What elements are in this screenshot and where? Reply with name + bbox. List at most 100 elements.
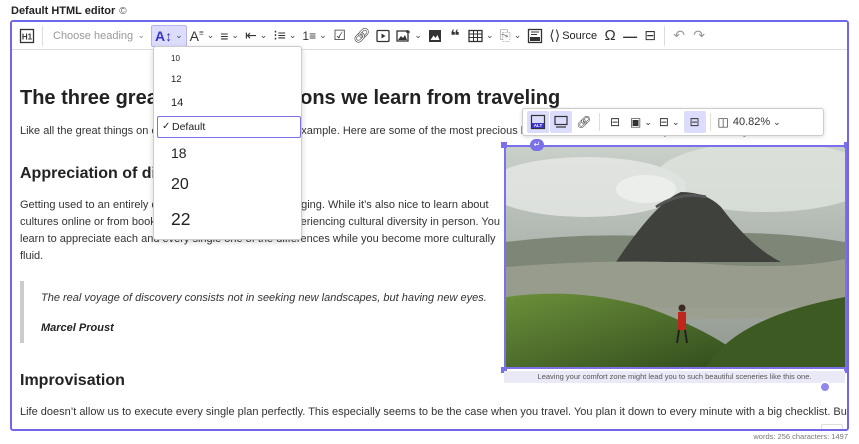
html-embed-icon xyxy=(528,28,543,43)
image-side-icon: ⊟ xyxy=(689,115,700,129)
media-icon xyxy=(376,29,391,42)
rich-text-editor: H1 Choose heading ⌄ A↕ ⌄ A≡ ⌄ ≡ ⌄ ⇤ ⌄ ⁝≡ ⌄ 1≡… xyxy=(10,20,849,431)
indent-button[interactable]: ⇤ ⌄ xyxy=(242,25,270,47)
image-link-button[interactable]: 🔗︎ xyxy=(573,111,595,133)
source-label: Source xyxy=(562,29,598,42)
toolbar-separator xyxy=(599,113,600,131)
alignment-button[interactable]: ≡ ⌄ xyxy=(217,25,242,47)
bulleted-list-icon: ⁝≡ xyxy=(273,27,286,43)
fullscreen-button[interactable]: ⛶ xyxy=(821,424,843,431)
font-size-option-default[interactable]: ✓ Default xyxy=(157,116,301,138)
html-embed-button[interactable] xyxy=(524,25,546,47)
image-inline-button[interactable]: ⊟ xyxy=(604,111,626,133)
chevron-down-icon: ⌄ xyxy=(644,116,652,127)
template-button[interactable]: ⎘ ⌄ xyxy=(497,25,525,47)
insert-table-button[interactable]: ⌄ xyxy=(465,25,497,47)
improvisation-paragraph: Life doesn’t allow us to execute every s… xyxy=(20,406,849,418)
toolbar-separator xyxy=(709,113,711,131)
link-button[interactable]: 🔗︎ xyxy=(350,25,374,47)
alt-text-icon: ALT xyxy=(530,114,546,130)
font-size-button[interactable]: A↕ ⌄ xyxy=(151,24,187,47)
insert-image-button[interactable]: ⌄ xyxy=(393,25,425,47)
chevron-down-icon: ⌄ xyxy=(259,30,268,40)
insert-paragraph-before-button[interactable]: ↵ xyxy=(530,139,544,151)
resize-handle[interactable] xyxy=(844,142,847,148)
editor-label: Default HTML editor © xyxy=(11,5,127,17)
copyright-icon: © xyxy=(119,5,127,17)
blockquote-icon: ❝ xyxy=(450,27,460,45)
special-characters-button[interactable]: Ω xyxy=(600,25,620,47)
image-wrap-button[interactable]: ▣ ⌄ xyxy=(627,111,655,133)
quote-text: The real voyage of discovery consists no… xyxy=(41,292,487,304)
resize-handle[interactable] xyxy=(501,142,507,148)
align-left-icon: ≡ xyxy=(220,27,229,44)
font-size-option-20[interactable]: 20 xyxy=(154,173,301,197)
paragraph-line: fluid. xyxy=(20,250,44,262)
font-size-option-14[interactable]: 14 xyxy=(154,95,301,111)
image-icon xyxy=(428,29,441,42)
blockquote: The real voyage of discovery consists no… xyxy=(20,281,500,343)
undo-icon: ↶ xyxy=(673,27,685,43)
image-side-button[interactable]: ⊟ xyxy=(683,111,706,133)
chevron-down-icon: ⌄ xyxy=(319,30,327,40)
svg-text:H1: H1 xyxy=(22,32,33,41)
blockquote-button[interactable]: ❝ xyxy=(445,25,465,47)
undo-button[interactable]: ↶ xyxy=(669,25,689,47)
page-break-icon: ⊟ xyxy=(644,27,656,43)
font-size-option-22[interactable]: 22 xyxy=(154,206,301,232)
heading-dropdown[interactable]: Choose heading ⌄ xyxy=(47,25,151,47)
chevron-down-icon: ⌄ xyxy=(671,116,680,127)
editor-toolbar: H1 Choose heading ⌄ A↕ ⌄ A≡ ⌄ ≡ ⌄ ⇤ ⌄ ⁝≡ ⌄ 1≡… xyxy=(12,22,847,50)
alt-text-button[interactable]: ALT xyxy=(527,111,549,133)
image-wrap-icon: ▣ xyxy=(630,115,642,129)
image-break-text-button[interactable]: ⊟ ⌄ xyxy=(656,111,683,133)
todo-list-icon: ☑ xyxy=(333,27,346,43)
toggle-caption-button[interactable] xyxy=(550,111,572,133)
horizontal-line-button[interactable]: — xyxy=(620,25,640,47)
image-caption[interactable]: Leaving your comfort zone might lead you… xyxy=(504,371,845,383)
svg-text:ALT: ALT xyxy=(534,123,543,128)
return-arrow-icon: ↵ xyxy=(533,140,541,149)
font-size-option-18[interactable]: 18 xyxy=(154,143,301,163)
image-resize-button[interactable]: ◫ 40.82% ⌄ xyxy=(715,111,784,133)
image-inline-icon: ⊟ xyxy=(609,115,621,129)
redo-button[interactable]: ↷ xyxy=(689,25,709,47)
selected-image[interactable] xyxy=(504,145,847,369)
toolbar-separator xyxy=(664,25,666,46)
font-size-option-10[interactable]: 10 xyxy=(154,53,301,65)
indent-icon: ⇤ xyxy=(244,27,257,43)
source-button[interactable]: ⟨⟩ Source xyxy=(546,25,600,47)
chevron-down-icon: ⌄ xyxy=(231,30,239,40)
horizontal-line-icon: — xyxy=(623,27,638,44)
chevron-down-icon: ⌄ xyxy=(206,30,215,40)
word-count: words: 256 characters: 1497 xyxy=(753,432,848,441)
chevron-down-icon: ⌄ xyxy=(137,30,145,40)
insert-image-icon xyxy=(396,29,411,42)
numbered-list-button[interactable]: 1≡ ⌄ xyxy=(299,25,329,47)
font-size-option-label: 14 xyxy=(171,97,184,109)
font-size-option-label: 20 xyxy=(171,176,189,193)
image-toolbar: ALT 🔗︎ ⊟ ▣ ⌄ ⊟ ⌄ ⊟ ◫ 40.82% ⌄ xyxy=(522,108,824,136)
bulleted-list-button[interactable]: ⁝≡ ⌄ xyxy=(270,25,299,47)
page-break-button[interactable]: ⊟ xyxy=(640,25,660,47)
redo-icon: ↷ xyxy=(693,27,705,43)
font-size-icon: A↕ xyxy=(155,27,173,44)
chevron-down-icon: ⌄ xyxy=(414,30,422,40)
todo-list-button[interactable]: ☑ xyxy=(330,25,350,47)
insert-paragraph-after-button[interactable] xyxy=(819,381,831,393)
text-style-button[interactable]: A≡ ⌄ xyxy=(187,25,218,47)
media-embed-button[interactable] xyxy=(373,25,393,47)
image-button[interactable] xyxy=(425,25,445,47)
chevron-down-icon: ⌄ xyxy=(773,116,781,127)
section-heading-improvisation: Improvisation xyxy=(20,372,125,389)
image-break-text-icon: ⊟ xyxy=(658,115,669,129)
show-blocks-button[interactable]: H1 xyxy=(16,25,38,47)
font-size-option-label: Default xyxy=(172,121,206,133)
chevron-down-icon: ⌄ xyxy=(288,30,297,40)
resize-image-icon: ◫ xyxy=(717,115,729,129)
fullscreen-icon: ⛶ xyxy=(828,429,836,431)
chevron-down-icon: ⌄ xyxy=(513,30,522,40)
text-style-icon: A≡ xyxy=(189,27,204,44)
font-size-option-12[interactable]: 12 xyxy=(154,73,301,87)
show-blocks-icon: H1 xyxy=(19,28,35,43)
